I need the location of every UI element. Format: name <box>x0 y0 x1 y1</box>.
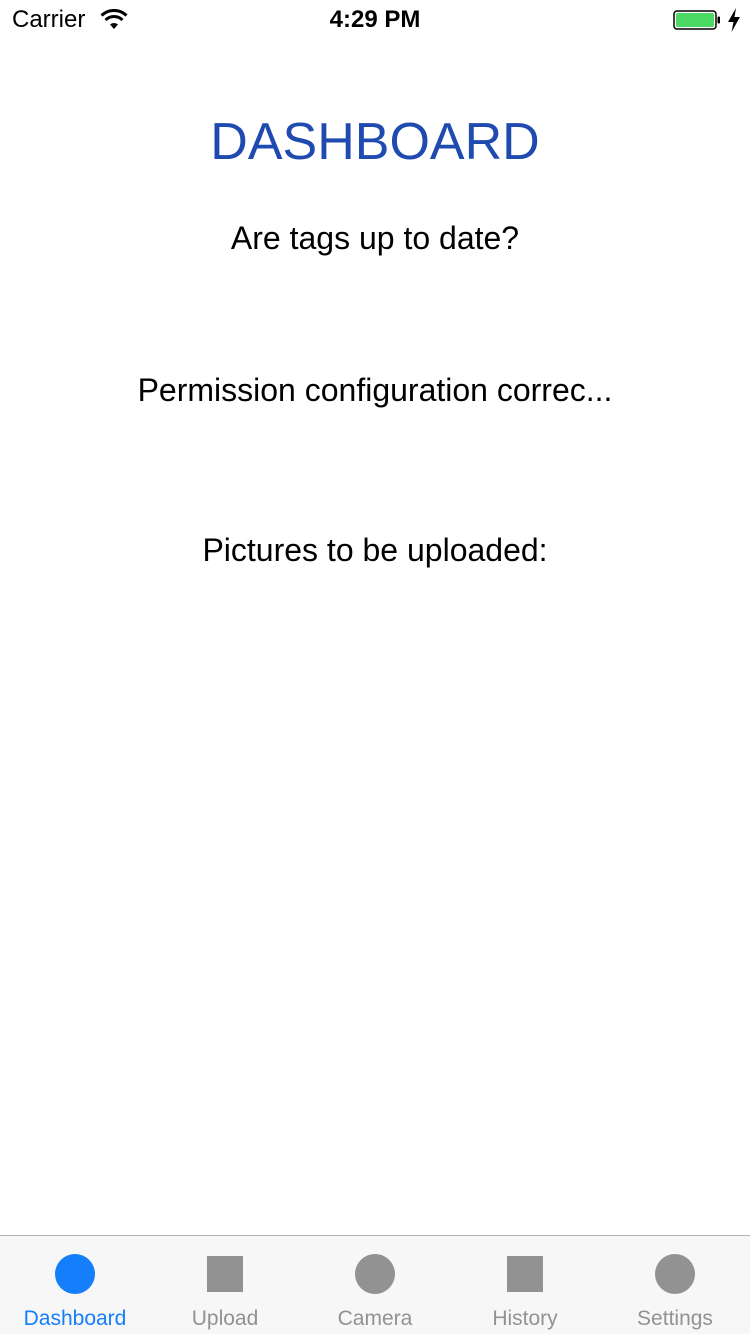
settings-tab-icon <box>655 1254 695 1294</box>
tab-label-upload: Upload <box>191 1307 259 1330</box>
tab-dashboard[interactable]: Dashboard <box>0 1236 150 1334</box>
tab-label-camera: Camera <box>337 1307 413 1330</box>
tab-camera[interactable]: Camera <box>300 1236 450 1334</box>
tab-settings[interactable]: Settings <box>600 1236 750 1334</box>
status-time: 4:29 PM <box>329 6 421 33</box>
app-screen: Carrier 4:29 PM DASHBOARD Are tags up to… <box>0 0 750 1334</box>
page-title: DASHBOARD <box>210 113 540 171</box>
tab-history[interactable]: History <box>450 1236 600 1334</box>
battery-icon <box>673 10 720 30</box>
upload-tab-icon <box>207 1256 243 1292</box>
tab-bar: Dashboard Upload Camera History Settings <box>0 1235 750 1334</box>
dashboard-tab-icon <box>55 1254 95 1294</box>
pictures-upload-label: Pictures to be uploaded: <box>202 532 548 568</box>
charging-icon <box>728 8 740 32</box>
tab-label-history: History <box>492 1307 558 1330</box>
history-tab-icon <box>507 1256 543 1292</box>
status-bar: Carrier 4:29 PM <box>0 0 750 40</box>
tab-label-settings: Settings <box>637 1307 713 1330</box>
camera-tab-icon <box>355 1254 395 1294</box>
tab-label-dashboard: Dashboard <box>23 1307 127 1330</box>
tags-status-label: Are tags up to date? <box>230 220 520 256</box>
permission-status-label: Permission configuration correc... <box>137 372 613 408</box>
tab-upload[interactable]: Upload <box>150 1236 300 1334</box>
